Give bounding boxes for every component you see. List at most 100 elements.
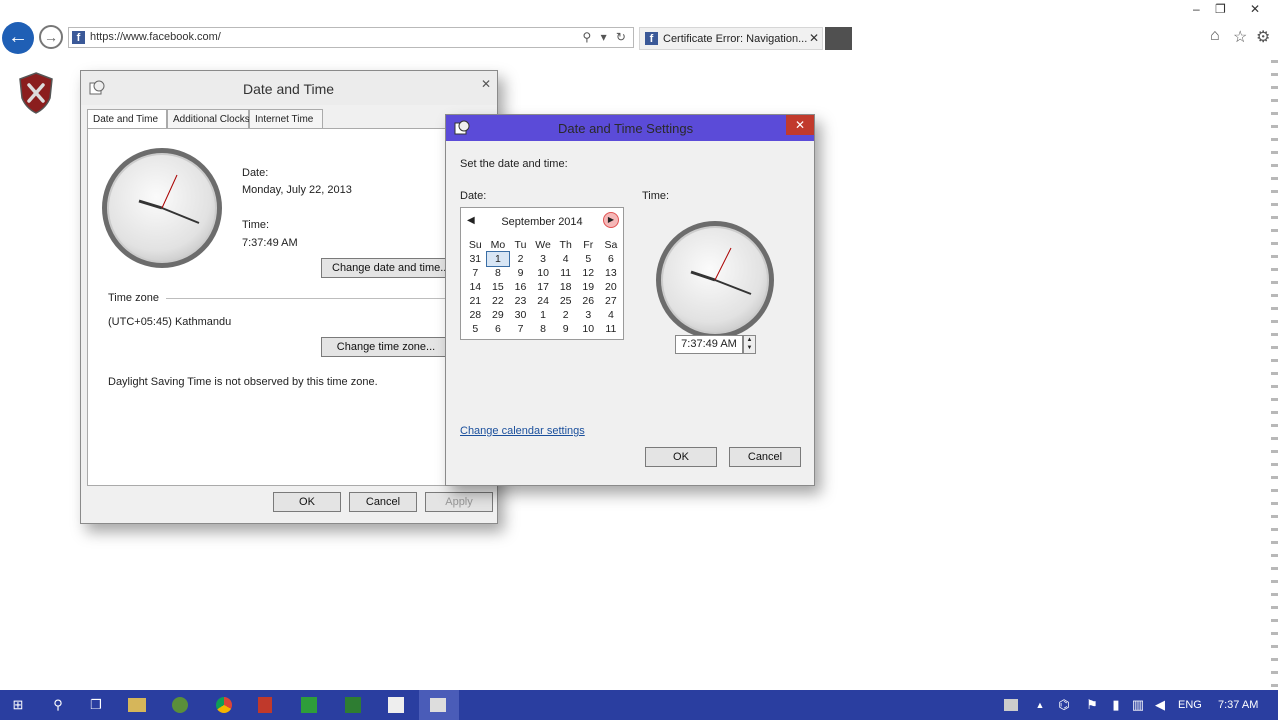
date-time-app-icon — [454, 120, 470, 135]
close-window-icon[interactable]: ✕ — [1250, 2, 1260, 16]
calendar-day[interactable]: 13 — [600, 266, 623, 280]
time-spinner[interactable]: ▲ ▼ — [743, 335, 756, 354]
forward-icon[interactable]: → — [39, 25, 63, 49]
calendar-month-year[interactable]: September 2014 — [461, 216, 623, 228]
calendar-day[interactable]: 4 — [554, 252, 577, 266]
minimize-icon[interactable]: – — [1193, 2, 1200, 16]
tab-internet-time[interactable]: Internet Time — [249, 109, 323, 129]
app-icon[interactable] — [301, 697, 317, 713]
calendar-day[interactable]: 8 — [487, 266, 510, 280]
calendar-day[interactable]: 16 — [509, 280, 532, 294]
calendar-day[interactable]: 9 — [509, 266, 532, 280]
file-explorer-icon[interactable] — [128, 698, 146, 712]
calendar-day[interactable]: 23 — [509, 294, 532, 308]
language-indicator[interactable]: ENG — [1178, 699, 1202, 711]
back-icon[interactable]: ← — [2, 22, 34, 54]
close-icon[interactable]: ✕ — [481, 77, 491, 91]
calendar-day[interactable]: 1 — [485, 251, 511, 267]
calendar-day[interactable]: 2 — [509, 252, 532, 266]
dialog-title: Date and Time — [243, 81, 335, 97]
calendar-day[interactable]: 31 — [464, 252, 487, 266]
battery-icon[interactable]: ▮ — [1106, 695, 1126, 715]
date-time-taskbar-icon[interactable] — [430, 698, 446, 712]
calendar-day[interactable]: 28 — [464, 308, 487, 322]
new-tab-button[interactable] — [825, 27, 852, 50]
change-time-zone-button[interactable]: Change time zone... — [321, 337, 451, 357]
calendar-day[interactable]: 25 — [554, 294, 577, 308]
next-month-icon[interactable]: ▶ — [603, 212, 619, 228]
action-center-icon[interactable] — [1004, 699, 1018, 711]
tab-certificate-error[interactable]: f Certificate Error: Navigation... ✕ — [639, 27, 823, 50]
app-icon[interactable] — [388, 697, 404, 713]
close-tab-icon[interactable]: ✕ — [809, 31, 819, 45]
calendar-day[interactable]: 3 — [532, 252, 555, 266]
search-icon[interactable]: ⚲ — [48, 695, 68, 715]
show-hidden-icons-icon[interactable]: ▲ — [1030, 695, 1050, 715]
app-icon[interactable] — [258, 697, 272, 713]
volume-icon[interactable]: ◀ — [1150, 695, 1170, 715]
settings-gear-icon[interactable]: ⚙ — [1256, 27, 1270, 47]
calendar-day[interactable]: 11 — [600, 322, 623, 336]
calendar-day[interactable]: 15 — [487, 280, 510, 294]
calendar-day[interactable]: 10 — [577, 322, 600, 336]
task-view-icon[interactable]: ❐ — [86, 695, 106, 715]
calendar-day[interactable]: 18 — [554, 280, 577, 294]
restore-icon[interactable]: ❐ — [1215, 2, 1226, 16]
address-url[interactable]: https://www.facebook.com/ — [90, 31, 221, 43]
start-icon[interactable]: ⊞ — [8, 695, 28, 715]
certificate-error-shield-icon — [19, 72, 53, 114]
cancel-button[interactable]: Cancel — [349, 492, 417, 512]
calendar-day[interactable]: 14 — [464, 280, 487, 294]
close-icon[interactable]: ✕ — [786, 115, 814, 135]
calendar-day[interactable]: 22 — [487, 294, 510, 308]
calendar-day[interactable]: 9 — [554, 322, 577, 336]
address-bar[interactable]: f https://www.facebook.com/ ⚲ ▾ ↻ — [68, 27, 634, 48]
chrome-icon[interactable] — [216, 697, 232, 713]
calendar-day[interactable]: 7 — [509, 322, 532, 336]
calendar-day[interactable]: 26 — [577, 294, 600, 308]
calendar-day[interactable]: 21 — [464, 294, 487, 308]
calendar-day[interactable]: 7 — [464, 266, 487, 280]
app-icon[interactable] — [345, 697, 361, 713]
calendar-day[interactable]: 1 — [532, 308, 555, 322]
ok-button[interactable]: OK — [645, 447, 717, 467]
ok-button[interactable]: OK — [273, 492, 341, 512]
home-icon[interactable]: ⌂ — [1210, 27, 1220, 45]
flag-icon[interactable]: ⚑ — [1082, 695, 1102, 715]
date-time-panel: Date: Monday, July 22, 2013 Time: 7:37:4… — [87, 128, 493, 486]
tab-date-and-time[interactable]: Date and Time — [87, 109, 167, 129]
browser-toolbar: ← → f https://www.facebook.com/ ⚲ ▾ ↻ f … — [0, 0, 1278, 56]
system-tray-icon[interactable]: ⌬ — [1054, 695, 1074, 715]
settings-titlebar[interactable]: Date and Time Settings ✕ — [446, 115, 814, 141]
calendar-day[interactable]: 27 — [600, 294, 623, 308]
calendar-day[interactable]: 29 — [487, 308, 510, 322]
time-input[interactable]: 7:37:49 AM — [675, 335, 743, 354]
calendar-day[interactable]: 11 — [554, 266, 577, 280]
calendar-day[interactable]: 17 — [532, 280, 555, 294]
calendar-day[interactable]: 12 — [577, 266, 600, 280]
taskbar-clock[interactable]: 7:37 AM — [1218, 699, 1258, 711]
cancel-button[interactable]: Cancel — [729, 447, 801, 467]
calendar-day[interactable]: 20 — [600, 280, 623, 294]
calendar-day[interactable]: 8 — [532, 322, 555, 336]
calendar-day[interactable]: 2 — [554, 308, 577, 322]
change-calendar-settings-link[interactable]: Change calendar settings — [460, 425, 585, 437]
calendar-day[interactable]: 6 — [487, 322, 510, 336]
calendar-day[interactable]: 10 — [532, 266, 555, 280]
calendar-day[interactable]: 4 — [600, 308, 623, 322]
calendar-day[interactable]: 6 — [600, 252, 623, 266]
tab-additional-clocks[interactable]: Additional Clocks — [167, 109, 250, 129]
calendar-day[interactable]: 19 — [577, 280, 600, 294]
app-icon[interactable] — [172, 697, 188, 713]
dialog-titlebar[interactable]: Date and Time ✕ — [81, 71, 497, 105]
calendar-day[interactable]: 30 — [509, 308, 532, 322]
calendar-day[interactable]: 5 — [577, 252, 600, 266]
network-icon[interactable]: ▥ — [1128, 695, 1148, 715]
address-search-refresh-icon[interactable]: ⚲ ▾ ↻ — [582, 30, 629, 44]
favorites-star-icon[interactable]: ☆ — [1233, 27, 1247, 47]
calendar-day[interactable]: 5 — [464, 322, 487, 336]
calendar-day[interactable]: 24 — [532, 294, 555, 308]
calendar-day[interactable]: 3 — [577, 308, 600, 322]
change-date-time-button[interactable]: Change date and time... — [321, 258, 451, 278]
apply-button[interactable]: Apply — [425, 492, 493, 512]
